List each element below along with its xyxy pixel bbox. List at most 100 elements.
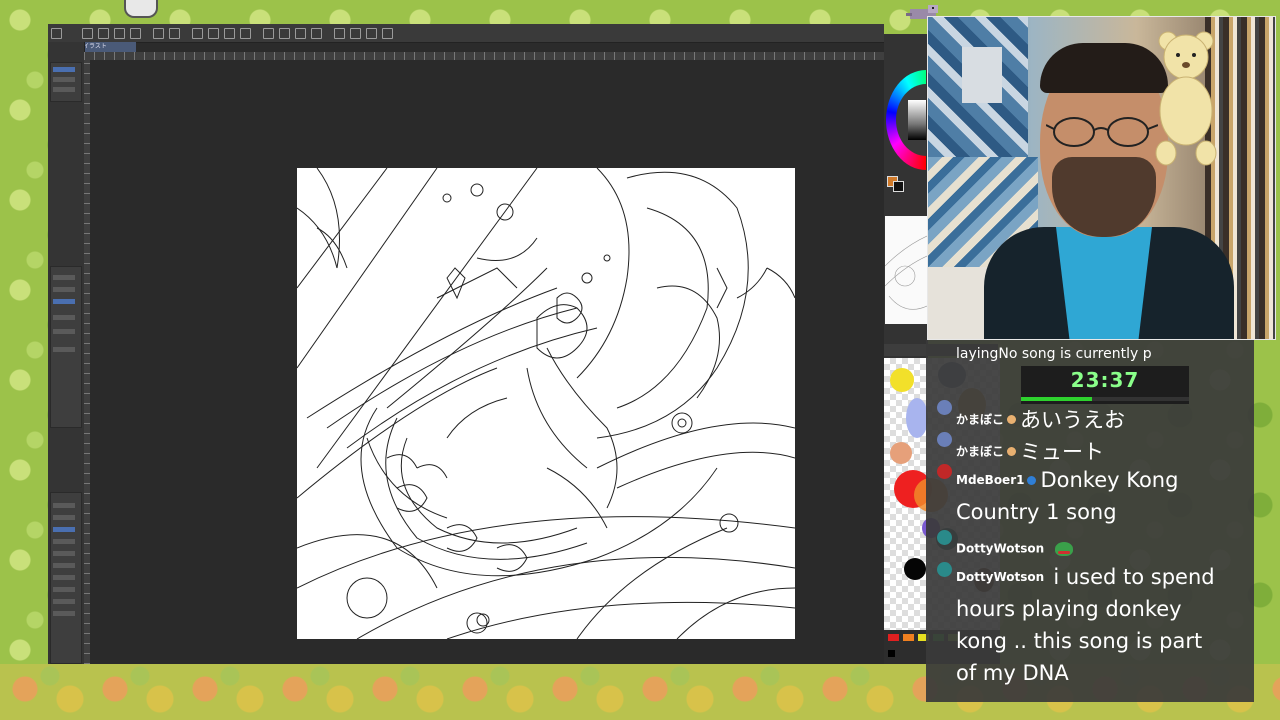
chat-text: hours playing donkey	[956, 597, 1182, 621]
crop-icon[interactable]	[240, 27, 251, 39]
transform-icon[interactable]	[208, 27, 219, 39]
timer-progress-fill	[1021, 397, 1092, 401]
chat-message-continued: kong .. this song is part	[956, 629, 1202, 653]
streamer-shirt	[1056, 227, 1152, 339]
document-tab[interactable]: イラスト	[80, 42, 136, 52]
brush-item[interactable]	[53, 599, 75, 604]
tool-row[interactable]	[53, 87, 75, 92]
new-file-icon[interactable]	[82, 27, 93, 39]
chat-message: DottyWotson i used to spend	[956, 565, 1215, 589]
teddy-bear-icon	[1155, 31, 1217, 166]
property-row[interactable]	[53, 275, 75, 280]
brush-item[interactable]	[53, 611, 75, 616]
undo-icon[interactable]	[153, 27, 164, 39]
black-swatch[interactable]	[904, 558, 926, 580]
chat-message: かまぼこ あいうえお	[956, 404, 1125, 434]
streamer-hair	[1040, 43, 1168, 93]
tool-property[interactable]	[50, 266, 82, 428]
timer-text: 23:37	[1070, 368, 1140, 392]
chat-text: あいうえお	[1020, 408, 1126, 432]
chat-avatar	[937, 432, 952, 447]
horizontal-ruler	[84, 52, 884, 60]
clear-icon[interactable]	[263, 27, 274, 39]
settings-icon[interactable]	[192, 27, 203, 39]
chat-username: かまぼこ	[956, 412, 1005, 427]
sub-color-swatch[interactable]	[893, 181, 904, 192]
subscriber-badge-icon	[1027, 475, 1037, 485]
glasses-icon	[1046, 117, 1158, 147]
timer-progress-bar	[1021, 397, 1189, 401]
orange-chip[interactable]	[903, 634, 914, 641]
fill-icon[interactable]	[224, 27, 235, 39]
brush-item[interactable]	[53, 575, 75, 580]
property-slider[interactable]	[53, 299, 75, 304]
drawing-canvas[interactable]	[297, 168, 795, 639]
color-value-square[interactable]	[908, 100, 926, 140]
subscriber-badge-icon	[1007, 446, 1017, 456]
black-chip[interactable]	[888, 650, 895, 657]
lavender-swatch[interactable]	[906, 398, 928, 438]
chat-text: Country 1 song	[956, 500, 1117, 524]
clear-outside-icon[interactable]	[279, 27, 290, 39]
vector-icon[interactable]	[350, 27, 361, 39]
canvas-area[interactable]	[90, 60, 884, 664]
chat-avatar	[937, 562, 952, 577]
navigator-thumbnail	[885, 235, 927, 310]
red-chip[interactable]	[888, 634, 899, 641]
save-icon[interactable]	[114, 27, 125, 39]
peach-swatch[interactable]	[890, 442, 912, 464]
tool-property-panel	[48, 42, 85, 664]
yellow-swatch[interactable]	[890, 368, 914, 392]
chat-message-continued: of my DNA	[956, 661, 1069, 685]
chat-username: DottyWotson	[956, 570, 1045, 584]
property-row[interactable]	[53, 329, 75, 334]
chat-text: of my DNA	[956, 661, 1069, 685]
print-icon[interactable]	[130, 27, 141, 39]
stream-timer: 23:37	[1021, 366, 1189, 404]
brush-item[interactable]	[53, 539, 75, 544]
tool-row-active[interactable]	[53, 67, 75, 72]
chat-message-continued: Country 1 song	[956, 500, 1117, 524]
brush-item[interactable]	[53, 551, 75, 556]
command-bar	[48, 24, 884, 43]
color-wheel[interactable]	[886, 70, 926, 170]
chat-message: DottyWotson	[956, 538, 1074, 557]
frog-emote-icon	[1055, 541, 1074, 556]
chat-text: kong .. this song is part	[956, 629, 1203, 653]
brush-size-panel[interactable]	[50, 492, 82, 664]
brush-item-selected[interactable]	[53, 527, 75, 532]
chat-text: i used to spend	[1053, 565, 1215, 589]
chat-username: MdeBoer1	[956, 473, 1025, 487]
property-row[interactable]	[53, 347, 75, 352]
property-row[interactable]	[53, 287, 75, 292]
chat-avatar	[937, 400, 952, 415]
app-menu-icon[interactable]	[51, 27, 62, 39]
redo-icon[interactable]	[169, 27, 180, 39]
brush-item[interactable]	[53, 515, 75, 520]
brush-item[interactable]	[53, 563, 75, 568]
chat-avatar	[937, 464, 952, 479]
ghost-sprite-icon	[124, 0, 158, 18]
poster	[962, 47, 1002, 103]
open-file-icon[interactable]	[98, 27, 109, 39]
shelf	[928, 267, 988, 339]
chat-message-continued: hours playing donkey	[956, 597, 1182, 621]
webcam-feed	[927, 16, 1276, 340]
chat-message: MdeBoer1 Donkey Kong	[956, 468, 1178, 492]
chat-message: かまぼこ ミュート	[956, 436, 1104, 466]
show-area-icon[interactable]	[295, 27, 306, 39]
subscriber-badge-icon	[1007, 414, 1017, 424]
property-row[interactable]	[53, 315, 75, 320]
brush-item[interactable]	[53, 587, 75, 592]
chat-username: DottyWotson	[956, 541, 1045, 556]
tool-palette[interactable]	[50, 62, 82, 102]
navigator-preview[interactable]	[885, 216, 927, 324]
chat-text: Donkey Kong	[1040, 468, 1179, 492]
edit-icon[interactable]	[382, 27, 393, 39]
stroke-icon[interactable]	[366, 27, 377, 39]
sketch-drawing	[297, 168, 795, 639]
tool-row[interactable]	[53, 77, 75, 82]
ruler-snap-icon[interactable]	[311, 27, 322, 39]
pen-pressure-icon[interactable]	[334, 27, 345, 39]
brush-item[interactable]	[53, 503, 75, 508]
